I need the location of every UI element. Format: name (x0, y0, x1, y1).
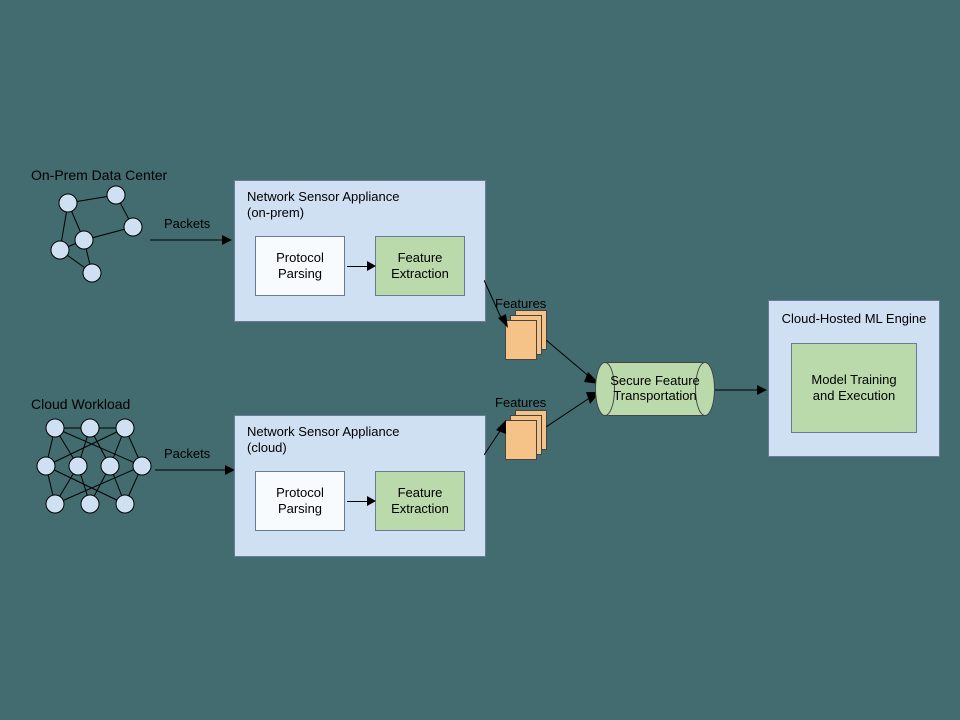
ml-engine: Cloud-Hosted ML Engine Model Trainingand… (768, 300, 940, 457)
arrow-onprem-inner (347, 266, 369, 267)
cloud-network-icon (30, 414, 165, 524)
cloud-feature-extraction: FeatureExtraction (375, 471, 465, 531)
cloud-protocol-parsing: ProtocolParsing (255, 471, 345, 531)
onprem-protocol-parsing: ProtocolParsing (255, 236, 345, 296)
appliance-cloud: Network Sensor Appliance(cloud) Protocol… (234, 415, 486, 557)
secure-transport-label: Secure FeatureTransportation (595, 374, 715, 404)
packets-label-cloud: Packets (164, 446, 210, 461)
diagram-canvas: On-Prem Data Center Packets Network Sens… (0, 0, 960, 720)
arrow-cloud-packets (155, 460, 240, 480)
onprem-feature-extraction: FeatureExtraction (375, 236, 465, 296)
arrow-cloud-inner (347, 501, 369, 502)
appliance-cloud-title: Network Sensor Appliance(cloud) (247, 424, 399, 457)
ml-engine-title: Cloud-Hosted ML Engine (769, 311, 939, 326)
cloud-title: Cloud Workload (31, 396, 130, 412)
secure-transport: Secure FeatureTransportation (595, 362, 715, 416)
appliance-onprem-title: Network Sensor Appliance(on-prem) (247, 189, 399, 222)
arrow-onprem-inner-head (367, 261, 376, 271)
arrow-onprem-to-docs (484, 280, 514, 340)
arrow-cloud-to-docs (484, 420, 514, 460)
appliance-onprem: Network Sensor Appliance(on-prem) Protoc… (234, 180, 486, 322)
onprem-network-icon (38, 185, 158, 285)
features-label-cloud: Features (495, 395, 546, 410)
onprem-title: On-Prem Data Center (31, 167, 167, 183)
ml-model-box: Model Trainingand Execution (791, 343, 917, 433)
packets-label-onprem: Packets (164, 216, 210, 231)
arrow-onprem-packets (150, 230, 235, 250)
arrow-cloud-inner-head (367, 496, 376, 506)
arrow-transport-to-ml (715, 380, 770, 400)
